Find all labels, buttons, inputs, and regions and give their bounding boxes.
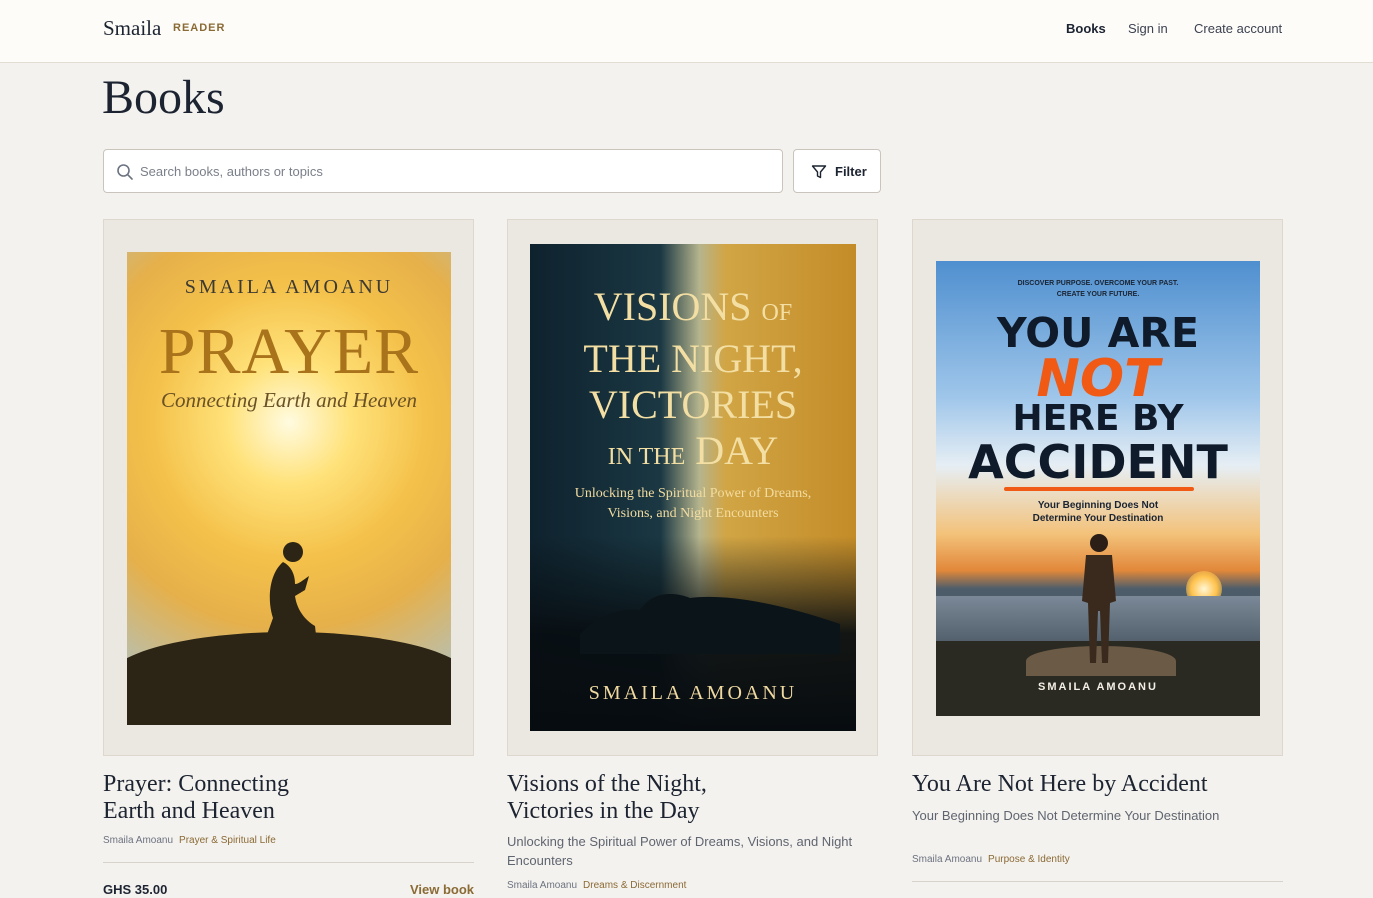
book-category[interactable]: Prayer & Spiritual Life [179,835,276,846]
filter-button[interactable]: Filter [793,149,881,193]
nav-create-account-link[interactable]: Create account [1194,21,1282,36]
book-cover-frame[interactable]: VISIONS OF THE NIGHT, VICTORIES IN THE D… [507,219,878,756]
cover-subtitle: Connecting Earth and Heaven [160,388,418,412]
cover-tagline: Your Beginning Does Not Determine Your D… [1032,500,1164,524]
book-cover-frame[interactable]: SMAILA AMOANU PRAYER Connecting Earth an… [103,219,474,756]
sleeping-figure-illustration [580,594,840,654]
book-category[interactable]: Purpose & Identity [988,854,1070,865]
cover-author: SMAILA AMOANU [1038,681,1158,693]
book-title[interactable]: Visions of the Night, Victories in the D… [507,771,807,825]
search-box[interactable] [103,149,783,193]
book-price: GHS 35.00 [103,882,168,897]
view-book-link[interactable]: View book [410,882,474,897]
standing-man-illustration [1082,534,1116,663]
filter-icon [811,165,827,179]
book-author: Smaila Amoanu [103,835,174,846]
filter-label: Filter [835,164,867,179]
praying-figure-illustration [265,542,317,644]
book-author: Smaila Amoanu [912,854,983,865]
cover-title: VISIONS OF THE NIGHT, VICTORIES IN THE D… [583,284,803,473]
book-subtitle: Your Beginning Does Not Determine Your D… [912,808,1220,823]
cover-brush-stroke [1004,487,1194,491]
cover-author: SMAILA AMOANU [588,682,798,704]
brand-logo[interactable]: Smaila [103,16,161,41]
book-title[interactable]: Prayer: Connecting Earth and Heaven [103,771,403,825]
book-cover-image[interactable]: DISCOVER PURPOSE. OVERCOME YOUR PAST. CR… [936,261,1260,716]
cover-subtitle: Unlocking the Spiritual Power of Dreams,… [574,486,812,521]
nav-books-link[interactable]: Books [1066,21,1106,36]
book-category[interactable]: Dreams & Discernment [583,880,686,891]
book-title[interactable]: You Are Not Here by Accident [912,771,1283,798]
book-meta: Smaila Amoanu Prayer & Spiritual Life [103,835,276,846]
book-cover-image[interactable]: SMAILA AMOANU PRAYER Connecting Earth an… [127,252,451,725]
brand-tag: READER [173,22,226,34]
cover-title-line: HERE BY [1012,398,1184,439]
book-cover-frame[interactable]: DISCOVER PURPOSE. OVERCOME YOUR PAST. CR… [912,219,1283,756]
book-cover-image[interactable]: VISIONS OF THE NIGHT, VICTORIES IN THE D… [530,244,856,731]
search-icon [117,164,133,180]
top-navigation-bar: Smaila READER Books Sign in Create accou… [0,0,1373,63]
book-meta: Smaila Amoanu Purpose & Identity [912,854,1070,865]
card-divider [103,862,474,863]
card-divider [912,881,1283,882]
cover-title-line: ACCIDENT [968,435,1228,489]
book-author: Smaila Amoanu [507,880,578,891]
book-meta: Smaila Amoanu Dreams & Discernment [507,880,686,891]
cover-author: SMAILA AMOANU [184,276,394,298]
search-input[interactable] [140,151,770,191]
nav-sign-in-link[interactable]: Sign in [1128,21,1168,36]
cover-kicker: DISCOVER PURPOSE. OVERCOME YOUR PAST. CR… [1017,280,1179,298]
book-subtitle: Unlocking the Spiritual Power of Dreams,… [507,834,853,868]
page-title: Books [102,71,225,124]
cover-title: PRAYER [158,315,420,388]
